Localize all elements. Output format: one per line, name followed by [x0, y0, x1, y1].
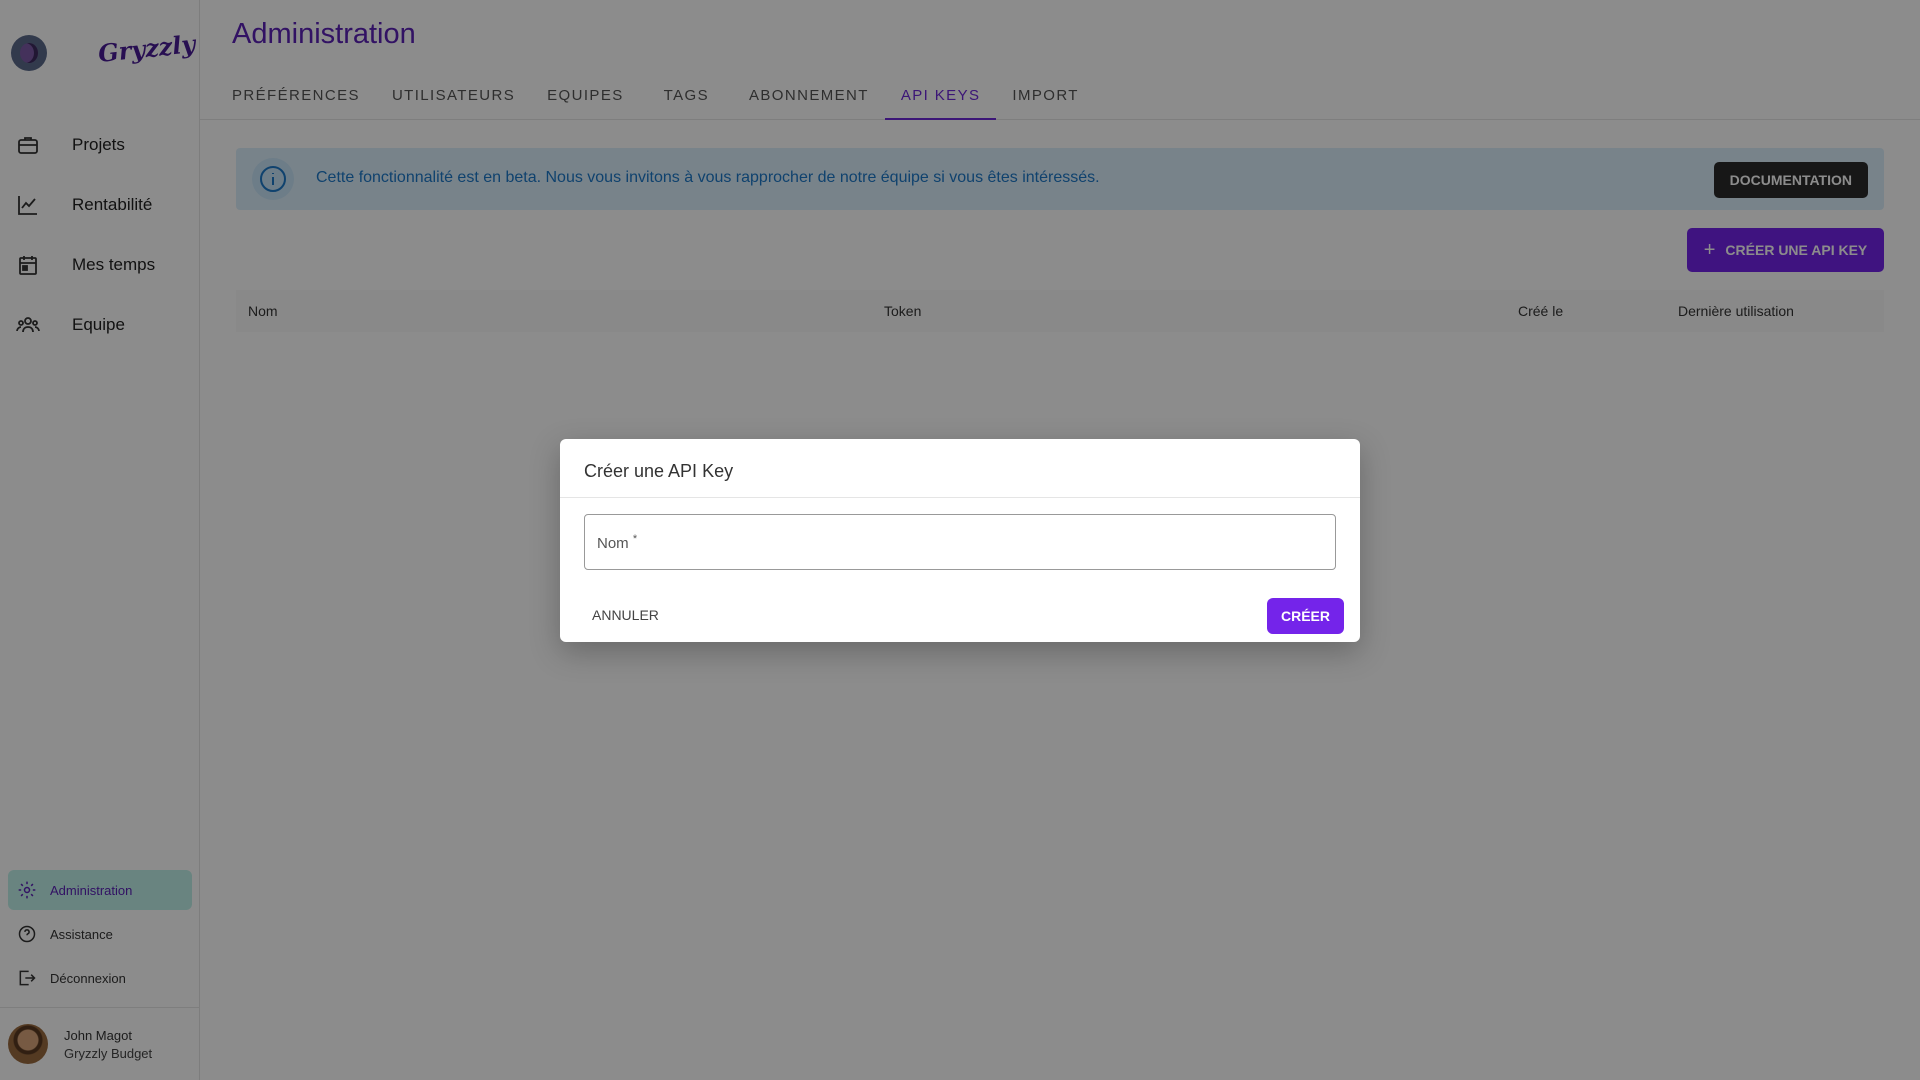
create-button[interactable]: CRÉER — [1267, 598, 1344, 634]
dialog-title: Créer une API Key — [584, 461, 734, 481]
name-field-wrapper: Nom * — [584, 514, 1336, 570]
cancel-button[interactable]: ANNULER — [592, 607, 659, 623]
dialog-divider — [560, 497, 1360, 498]
name-input[interactable] — [585, 515, 1335, 569]
create-api-key-dialog: Créer une API Key Nom * ANNULER CRÉER — [560, 439, 1360, 642]
